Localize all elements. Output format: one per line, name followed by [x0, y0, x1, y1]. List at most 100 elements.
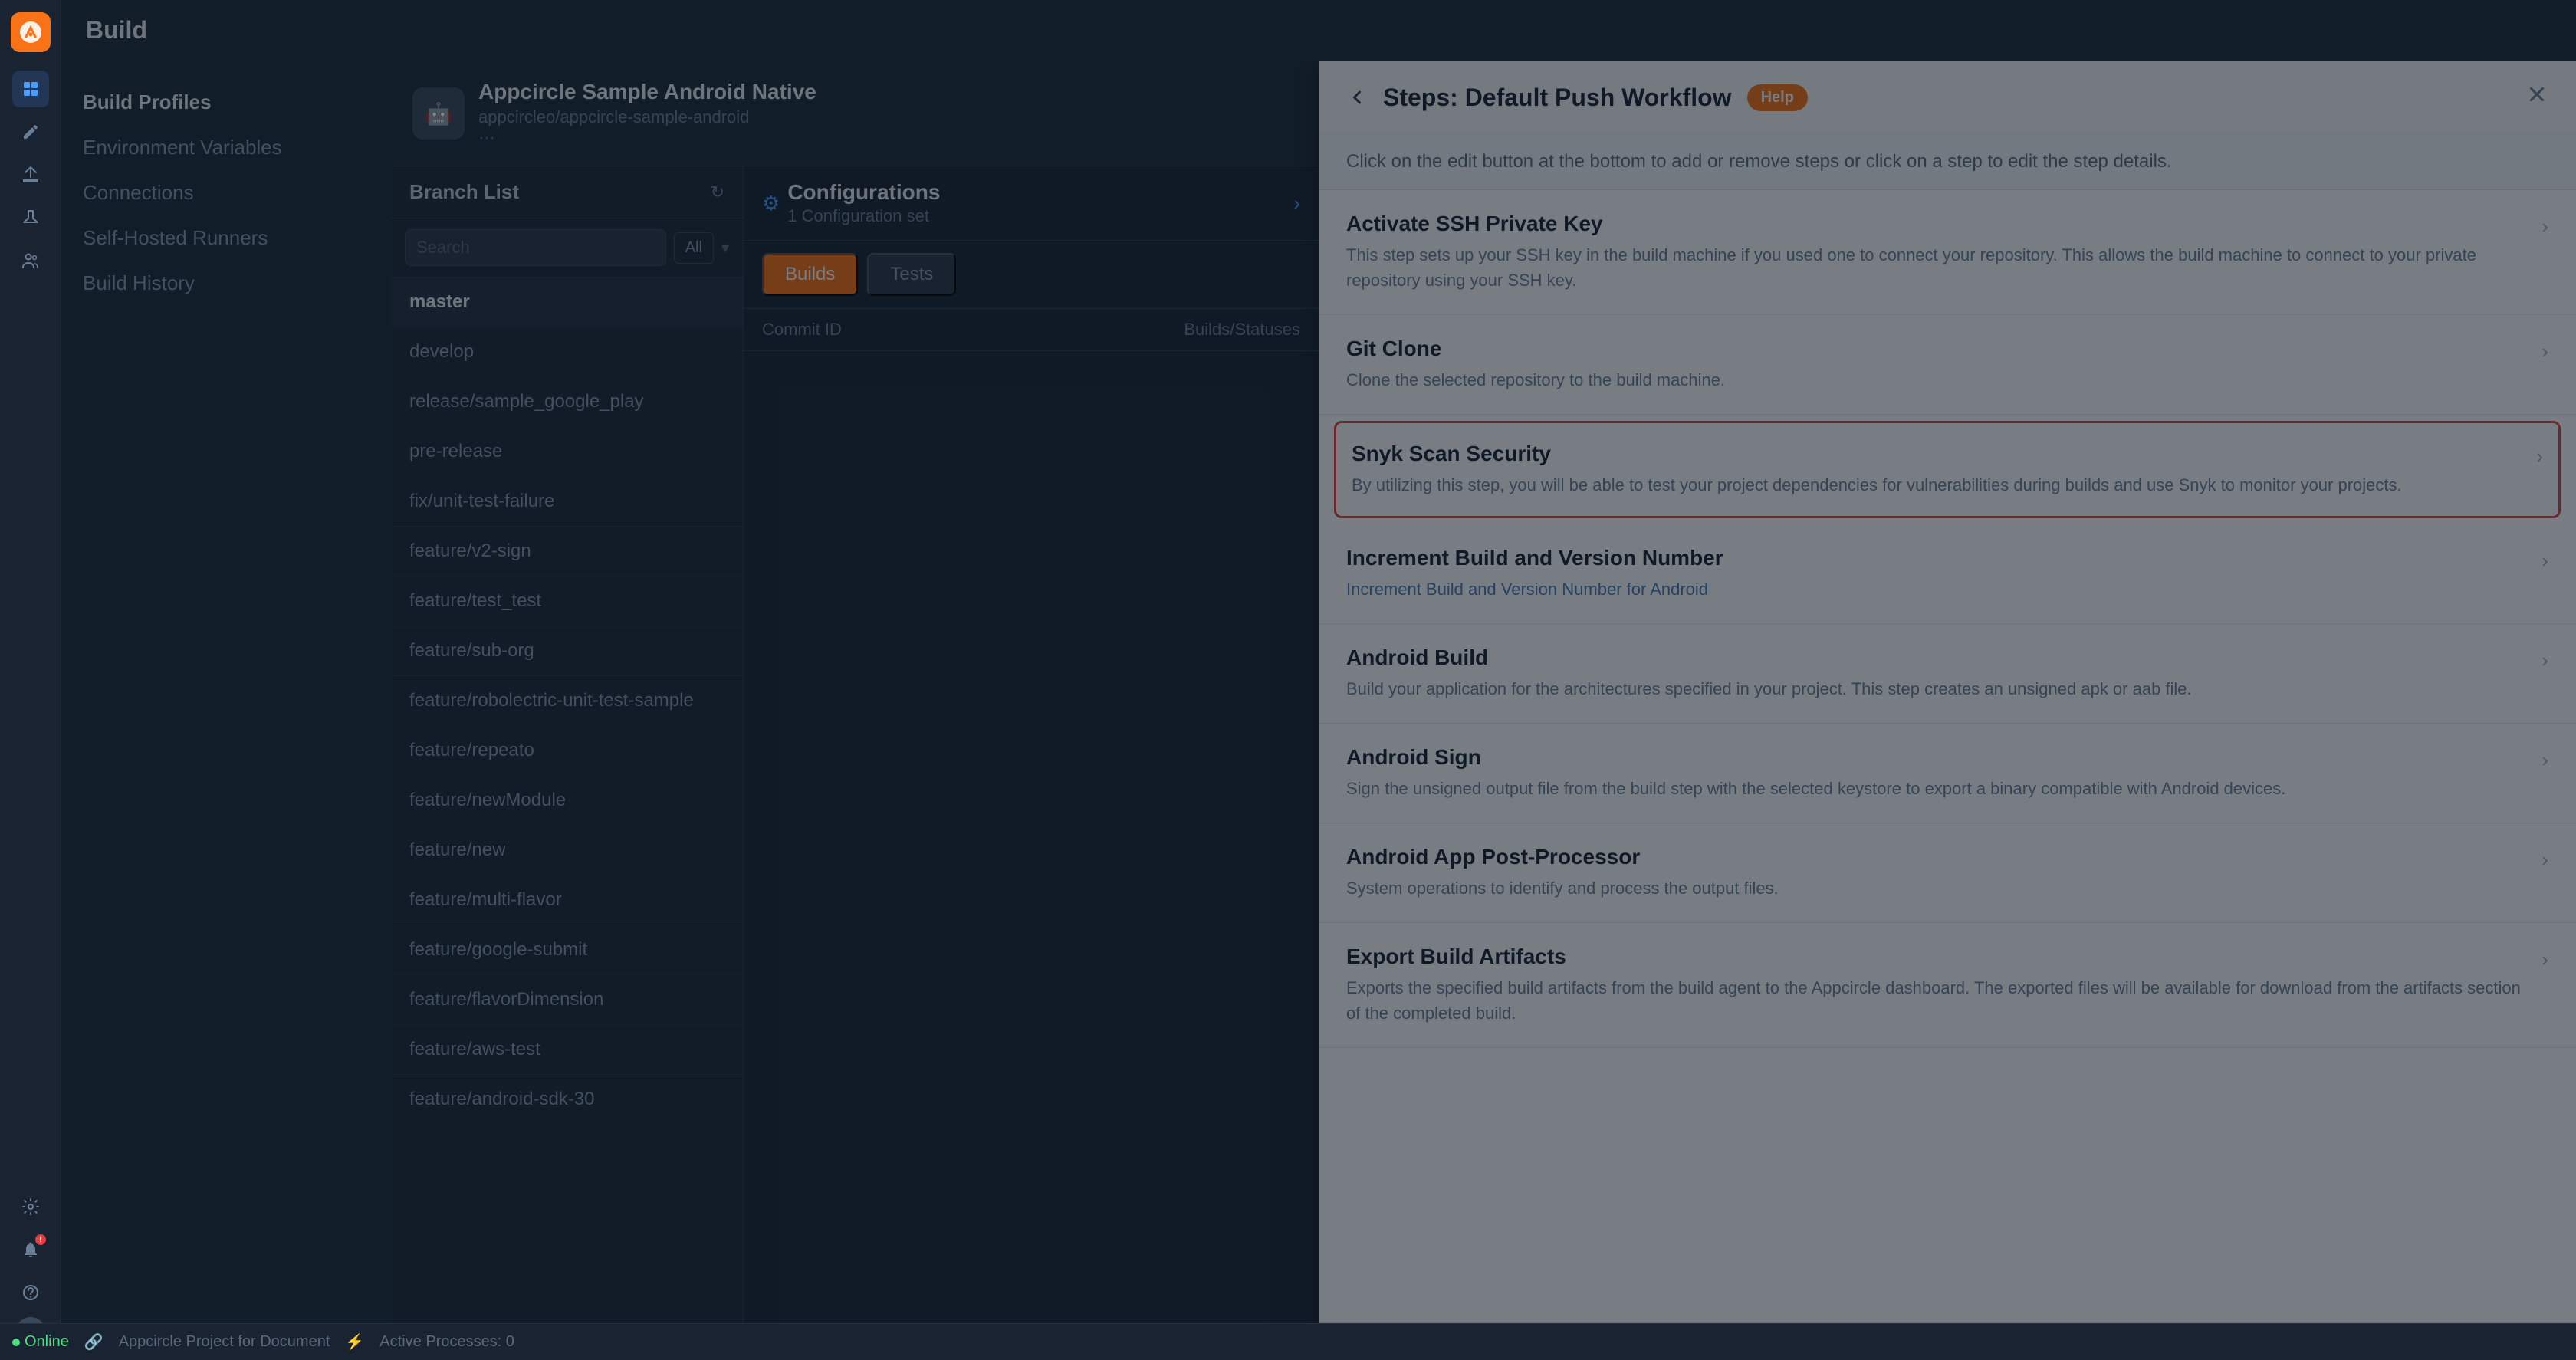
- step-title: Android App Post-Processor: [1346, 845, 2529, 869]
- chevron-right-icon: ›: [2542, 549, 2548, 573]
- nav-build-profiles[interactable]: Build Profiles: [61, 80, 390, 125]
- step-post-processor[interactable]: Android App Post-Processor System operat…: [1319, 823, 2576, 923]
- step-title: Activate SSH Private Key: [1346, 212, 2529, 236]
- branch-item-pre-release[interactable]: pre-release: [391, 427, 743, 477]
- branch-item-robolectric[interactable]: feature/robolectric-unit-test-sample: [391, 676, 743, 726]
- nav-build-history[interactable]: Build History: [61, 261, 390, 306]
- config-subtitle: 1 Configuration set: [787, 206, 940, 226]
- page-title: Build: [86, 16, 147, 44]
- build-tabs: Builds Tests: [744, 241, 1319, 309]
- back-button[interactable]: [1346, 87, 1368, 108]
- step-android-sign-content: Android Sign Sign the unsigned output fi…: [1346, 745, 2529, 801]
- step-desc: Sign the unsigned output file from the b…: [1346, 776, 2529, 801]
- table-header: Commit ID Builds/Statuses: [744, 309, 1319, 351]
- col-builds-statuses: Builds/Statuses: [1147, 320, 1300, 340]
- config-title: Configurations: [787, 180, 940, 205]
- branch-item-multi-flavor[interactable]: feature/multi-flavor: [391, 875, 743, 925]
- branch-item-flavor-dim[interactable]: feature/flavorDimension: [391, 975, 743, 1025]
- branch-item-master[interactable]: master: [391, 278, 743, 327]
- step-increment-build[interactable]: Increment Build and Version Number Incre…: [1319, 524, 2576, 624]
- step-desc: Increment Build and Version Number for A…: [1346, 577, 2529, 602]
- workflow-steps-panel: Steps: Default Push Workflow Help Click …: [1319, 61, 2576, 1360]
- app-header: 🤖 Appcircle Sample Android Native appcir…: [391, 61, 1319, 166]
- step-activate-ssh-content: Activate SSH Private Key This step sets …: [1346, 212, 2529, 293]
- branch-item-release[interactable]: release/sample_google_play: [391, 377, 743, 427]
- step-title: Git Clone: [1346, 337, 2529, 361]
- branch-item-sub-org[interactable]: feature/sub-org: [391, 626, 743, 676]
- panel-title: Steps: Default Push Workflow: [1383, 84, 1732, 112]
- project-label: 🔗: [84, 1332, 104, 1352]
- chevron-right-icon: ›: [2542, 340, 2548, 363]
- topbar: Build: [61, 0, 2576, 61]
- step-desc: Clone the selected repository to the bui…: [1346, 367, 2529, 393]
- step-desc: By utilizing this step, you will be able…: [1352, 472, 2524, 498]
- nav-self-hosted[interactable]: Self-Hosted Runners: [61, 215, 390, 261]
- branch-item-fix[interactable]: fix/unit-test-failure: [391, 477, 743, 527]
- app-logo[interactable]: [11, 12, 51, 52]
- step-android-sign[interactable]: Android Sign Sign the unsigned output fi…: [1319, 724, 2576, 823]
- content-area: Build Profiles Environment Variables Con…: [61, 61, 2576, 1360]
- step-desc: System operations to identify and proces…: [1346, 875, 2529, 901]
- step-export-content: Export Build Artifacts Exports the speci…: [1346, 944, 2529, 1026]
- branch-item-new[interactable]: feature/new: [391, 826, 743, 875]
- step-export-artifacts[interactable]: Export Build Artifacts Exports the speci…: [1319, 923, 2576, 1048]
- chevron-right-icon: ›: [2542, 215, 2548, 238]
- step-snyk-scan[interactable]: Snyk Scan Security By utilizing this ste…: [1334, 421, 2561, 518]
- step-git-clone[interactable]: Git Clone Clone the selected repository …: [1319, 315, 2576, 415]
- branch-item-develop[interactable]: develop: [391, 327, 743, 377]
- step-increment-content: Increment Build and Version Number Incre…: [1346, 546, 2529, 602]
- branch-item-v2-sign[interactable]: feature/v2-sign: [391, 527, 743, 577]
- step-activate-ssh[interactable]: Activate SSH Private Key This step sets …: [1319, 190, 2576, 315]
- step-title: Export Build Artifacts: [1346, 944, 2529, 969]
- config-header: ⚙ Configurations 1 Configuration set ›: [744, 166, 1319, 241]
- step-android-build[interactable]: Android Build Build your application for…: [1319, 624, 2576, 724]
- left-nav-panel: Build Profiles Environment Variables Con…: [61, 61, 391, 1360]
- sidebar-settings[interactable]: [12, 1188, 49, 1225]
- chevron-right-icon: ›: [2536, 445, 2543, 468]
- branch-all-button[interactable]: All: [674, 232, 714, 264]
- close-button[interactable]: [2525, 83, 2548, 112]
- app-icon: 🤖: [412, 87, 465, 140]
- step-android-build-content: Android Build Build your application for…: [1346, 646, 2529, 701]
- branch-config-area: Branch List ↻ All ▾ master develop relea…: [391, 166, 1319, 1360]
- chevron-right-icon: ›: [2542, 848, 2548, 872]
- tab-tests[interactable]: Tests: [867, 253, 956, 296]
- branch-item-newmodule[interactable]: feature/newModule: [391, 776, 743, 826]
- nav-env-variables[interactable]: Environment Variables: [61, 125, 390, 170]
- steps-list: Activate SSH Private Key This step sets …: [1319, 190, 2576, 1322]
- sidebar-item-users[interactable]: [12, 242, 49, 279]
- help-badge[interactable]: Help: [1747, 84, 1808, 111]
- branch-item-android-sdk[interactable]: feature/android-sdk-30: [391, 1075, 743, 1125]
- branch-search-input[interactable]: [405, 229, 666, 266]
- notification-badge: !: [35, 1234, 46, 1245]
- sidebar-item-distribute[interactable]: [12, 156, 49, 193]
- online-label: Online: [25, 1333, 69, 1351]
- chevron-right-icon: ›: [2542, 649, 2548, 672]
- refresh-icon[interactable]: ↻: [711, 182, 724, 202]
- chevron-right-icon: ›: [2542, 748, 2548, 772]
- sidebar-item-sign[interactable]: [12, 113, 49, 150]
- main-content: Build Build Profiles Environment Variabl…: [61, 0, 2576, 1360]
- config-nav-arrow[interactable]: ›: [1293, 192, 1300, 215]
- branch-search-row: All ▾: [391, 218, 743, 278]
- branch-item-aws-test[interactable]: feature/aws-test: [391, 1025, 743, 1075]
- branch-title: Branch List: [409, 180, 519, 204]
- app-name: Appcircle Sample Android Native: [478, 80, 1297, 104]
- branch-list: master develop release/sample_google_pla…: [391, 278, 743, 1360]
- sidebar-item-build[interactable]: [12, 71, 49, 107]
- active-processes-icon: ⚡: [345, 1332, 364, 1352]
- nav-connections[interactable]: Connections: [61, 170, 390, 215]
- step-git-clone-content: Git Clone Clone the selected repository …: [1346, 337, 2529, 393]
- branch-item-repeato[interactable]: feature/repeato: [391, 726, 743, 776]
- info-bar: Click on the edit button at the bottom t…: [1319, 134, 2576, 190]
- sidebar-item-test[interactable]: [12, 199, 49, 236]
- branch-item-google-submit[interactable]: feature/google-submit: [391, 925, 743, 975]
- app-subtitle: appcircleo/appcircle-sample-android: [478, 107, 1297, 127]
- sidebar-notifications[interactable]: !: [12, 1231, 49, 1268]
- step-desc: This step sets up your SSH key in the bu…: [1346, 242, 2529, 293]
- branch-item-test-test[interactable]: feature/test_test: [391, 577, 743, 626]
- sidebar-help[interactable]: [12, 1274, 49, 1311]
- middle-panel: 🤖 Appcircle Sample Android Native appcir…: [391, 61, 1319, 1360]
- tab-builds[interactable]: Builds: [762, 253, 858, 296]
- step-title: Snyk Scan Security: [1352, 442, 2524, 466]
